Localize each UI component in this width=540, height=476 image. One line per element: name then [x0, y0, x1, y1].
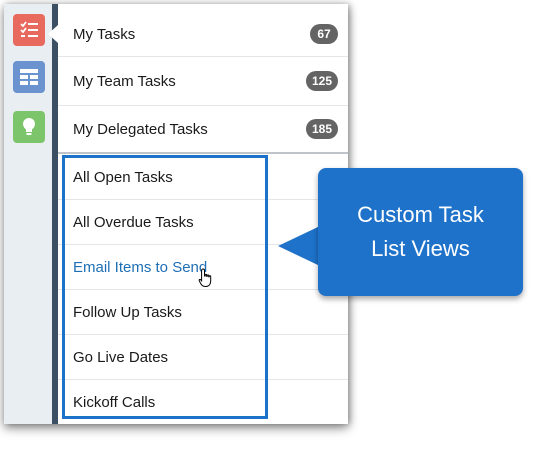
menu-item-my-tasks[interactable]: My Tasks 67 — [58, 12, 348, 56]
menu-item-all-open-tasks[interactable]: All Open Tasks — [58, 155, 348, 199]
screenshot-stage: My Tasks 67 My Team Tasks 125 My Delegat… — [0, 0, 540, 476]
menu-item-my-team-tasks[interactable]: My Team Tasks 125 — [58, 57, 348, 105]
task-list-icon[interactable] — [13, 14, 45, 46]
lightbulb-icon[interactable] — [13, 111, 45, 143]
menu-item-label: Go Live Dates — [73, 348, 169, 366]
menu-item-label: My Delegated Tasks — [73, 120, 208, 138]
task-list-panel: My Tasks 67 My Team Tasks 125 My Delegat… — [4, 4, 348, 424]
menu-item-label: Email Items to Send — [73, 258, 208, 276]
menu-item-label: Kickoff Calls — [73, 393, 156, 411]
menu-item-label: My Tasks — [73, 25, 136, 43]
section-divider — [58, 152, 348, 154]
menu-item-kickoff-calls[interactable]: Kickoff Calls — [58, 380, 348, 424]
menu-item-label: All Overdue Tasks — [73, 213, 194, 231]
menu-item-label: Follow Up Tasks — [73, 303, 182, 321]
count-badge: 125 — [305, 71, 338, 91]
menu-item-follow-up-tasks[interactable]: Follow Up Tasks — [58, 290, 348, 334]
menu-item-my-delegated-tasks[interactable]: My Delegated Tasks 185 — [58, 106, 348, 152]
count-badge: 185 — [305, 119, 338, 139]
active-caret-icon — [48, 25, 58, 43]
callout-line-1: Custom Task — [357, 202, 484, 227]
app-icon-rail — [4, 4, 52, 424]
menu-item-label: All Open Tasks — [73, 168, 173, 186]
count-badge: 67 — [310, 24, 338, 44]
hand-pointer-icon — [198, 268, 214, 293]
menu-item-label: My Team Tasks — [73, 72, 176, 90]
custom-task-list-views-callout: Custom Task List Views — [318, 168, 523, 296]
menu-item-go-live-dates[interactable]: Go Live Dates — [58, 335, 348, 379]
task-list-menu: My Tasks 67 My Team Tasks 125 My Delegat… — [58, 4, 348, 424]
callout-line-2: List Views — [371, 236, 470, 261]
callout-tail — [278, 226, 320, 266]
table-grid-icon[interactable] — [13, 61, 45, 93]
